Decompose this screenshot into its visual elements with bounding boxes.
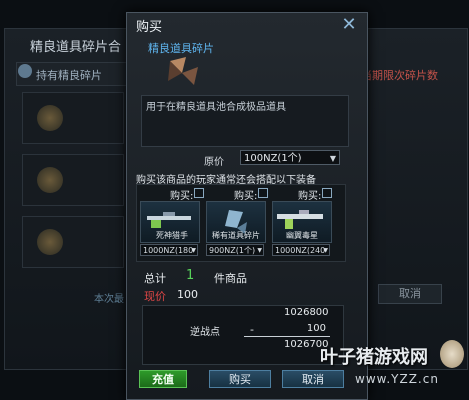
recommend-buy-label: 购买: — [298, 191, 322, 202]
price-label: 原价 — [204, 157, 224, 168]
recommend-item-name: 幽翼毒星 — [286, 231, 318, 240]
item-thumbnail — [37, 105, 63, 131]
watermark-url: www.YZZ.cn — [355, 372, 439, 386]
dialog-title: 购买 — [136, 20, 163, 35]
recommend-checkbox[interactable] — [194, 188, 204, 198]
chevron-down-icon: ▼ — [191, 247, 196, 254]
chevron-down-icon: ▼ — [323, 247, 328, 254]
recommend-price-value: 1000NZ(180 — [143, 246, 194, 255]
recommend-checkbox[interactable] — [322, 188, 332, 198]
minus-sign: - — [250, 323, 254, 336]
total-label: 总计 — [144, 272, 166, 285]
item-description: 用于在精良道具池合成极品道具 — [146, 102, 286, 113]
item-thumbnail — [37, 167, 63, 193]
recommend-checkbox[interactable] — [258, 188, 268, 198]
list-item[interactable] — [22, 154, 124, 206]
list-item[interactable] — [22, 216, 124, 268]
background-cancel-button[interactable]: 取消 — [378, 284, 442, 304]
buy-button[interactable]: 购买 — [209, 370, 271, 388]
current-price-label: 现价 — [144, 290, 166, 303]
recommend-buy-label: 购买: — [170, 191, 194, 202]
fragment-icon — [18, 64, 32, 78]
recommend-price-value: 1000NZ(240 — [275, 246, 326, 255]
recommend-buy-label: 购买: — [234, 191, 258, 202]
item-thumbnail — [37, 229, 63, 255]
background-sub-tab-label: 持有精良碎片 — [36, 69, 102, 82]
recommend-item-name: 稀有道具碎片 — [212, 231, 260, 240]
recommend-price-dropdown[interactable]: 1000NZ(240 ▼ — [272, 244, 330, 256]
recommend-price-dropdown[interactable]: 1000NZ(180 ▼ — [140, 244, 198, 256]
currency-label: 逆战点 — [190, 327, 220, 338]
recommend-price-dropdown[interactable]: 900NZ(1个) ▼ — [206, 244, 264, 256]
list-item[interactable] — [22, 92, 124, 144]
fragment-item-icon — [168, 57, 198, 85]
price-dropdown[interactable]: 100NZ(1个) ▼ — [240, 150, 340, 165]
background-bottom-text: 本次最 — [94, 294, 124, 305]
cost-value: 100 — [306, 323, 326, 334]
background-item-list — [22, 92, 124, 278]
recharge-button[interactable]: 充值 — [139, 370, 187, 388]
current-price-value: 100 — [177, 288, 198, 301]
background-window-title: 精良道具碎片合 — [30, 40, 122, 55]
watermark-logo: 叶子猪游戏网 — [320, 347, 428, 368]
close-icon[interactable]: ✕ — [340, 16, 358, 35]
chevron-down-icon: ▼ — [257, 247, 262, 254]
recommend-price-value: 900NZ(1个) — [209, 246, 256, 255]
recommend-item-name: 死神猎手 — [156, 231, 188, 240]
item-name: 精良道具碎片 — [148, 42, 214, 55]
chevron-down-icon: ▼ — [329, 154, 336, 163]
calc-divider — [244, 336, 330, 337]
total-unit: 件商品 — [214, 272, 247, 285]
balance-value: 1026800 — [284, 307, 329, 318]
mascot-icon — [440, 340, 464, 368]
cancel-button[interactable]: 取消 — [282, 370, 344, 388]
total-count: 1 — [186, 268, 195, 283]
price-dropdown-value: 100NZ(1个) — [244, 153, 302, 164]
